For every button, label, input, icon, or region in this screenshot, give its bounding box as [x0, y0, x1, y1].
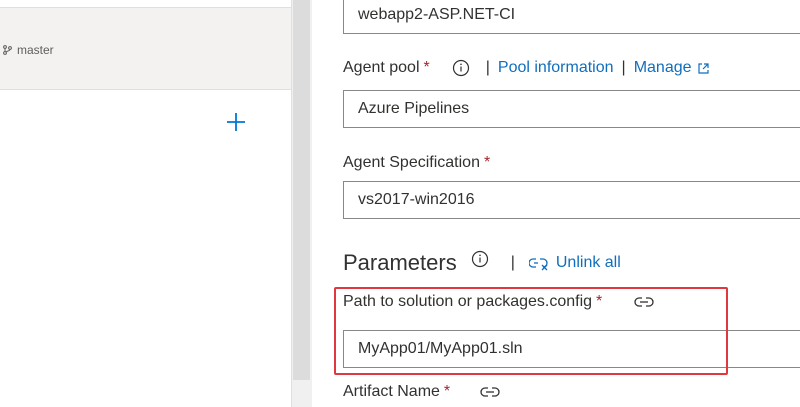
agent-spec-select[interactable]: vs2017-win2016: [343, 181, 800, 219]
branch-icon: [3, 45, 12, 55]
artifact-name-required-marker: *: [443, 383, 451, 400]
artifact-link-icon[interactable]: [480, 385, 500, 399]
agent-pool-label: Agent pool: [343, 59, 420, 76]
unlink-all-label: Unlink all: [555, 254, 621, 271]
agent-pool-value: Azure Pipelines: [358, 100, 470, 117]
agent-spec-value: vs2017-win2016: [358, 191, 475, 208]
parameters-info-icon[interactable]: [471, 250, 489, 268]
artifact-name-label-row: Artifact Name *: [343, 383, 500, 401]
agent-pool-select[interactable]: Azure Pipelines: [343, 90, 800, 128]
artifact-name-label: Artifact Name: [343, 383, 440, 400]
info-icon[interactable]: [452, 59, 470, 77]
agent-pool-required-marker: *: [423, 59, 430, 76]
unlink-all-button[interactable]: Unlink all: [528, 254, 621, 272]
plus-icon: [227, 113, 245, 131]
agent-spec-label-row: Agent Specification *: [343, 154, 490, 172]
left-pane: master: [0, 0, 291, 407]
agent-pool-label-row: Agent pool * | Pool information | Manage: [343, 59, 709, 77]
properties-pane: webapp2-ASP.NET-CI Agent pool * | Pool i…: [312, 0, 800, 407]
pipeline-name-value: webapp2-ASP.NET-CI: [358, 6, 516, 23]
parameters-heading-row: Parameters | Unlink all: [343, 250, 621, 275]
scrollbar[interactable]: [293, 0, 310, 380]
branch-name: master: [17, 43, 54, 57]
manage-link[interactable]: Manage: [634, 59, 692, 77]
branch-indicator: master: [2, 43, 54, 57]
add-job-button[interactable]: [224, 110, 248, 134]
unlink-icon: [528, 258, 548, 271]
header-top-strip: [0, 0, 291, 8]
agent-spec-required-marker: *: [483, 154, 491, 171]
pipeline-name-input[interactable]: webapp2-ASP.NET-CI: [343, 0, 800, 34]
agent-spec-label: Agent Specification: [343, 154, 480, 171]
pool-information-link[interactable]: Pool information: [498, 59, 614, 77]
parameters-title: Parameters: [343, 250, 457, 275]
highlight-annotation: [334, 287, 728, 375]
pipeline-header-panel: master: [0, 0, 291, 90]
external-link-icon: [697, 62, 709, 74]
